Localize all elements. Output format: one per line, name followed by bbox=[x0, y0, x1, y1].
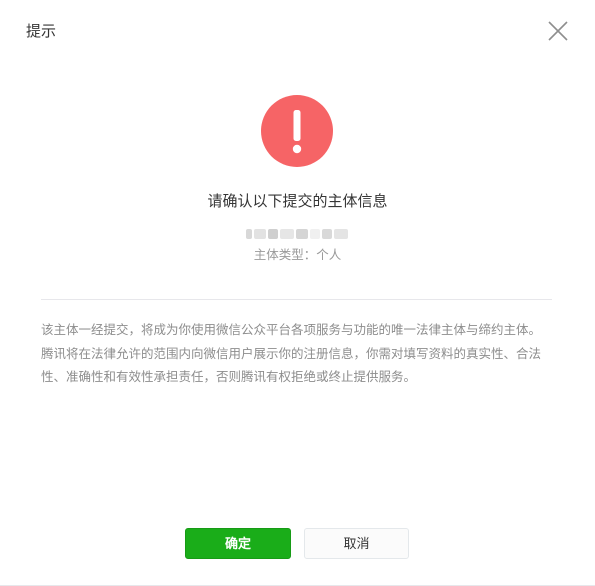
cancel-button[interactable]: 取消 bbox=[304, 528, 409, 559]
subject-type: 主体类型：个人 bbox=[253, 247, 342, 262]
close-button[interactable] bbox=[547, 20, 569, 42]
dialog-title: 提示 bbox=[26, 22, 57, 40]
legal-notice: 该主体一经提交，将成为你使用微信公众平台各项服务与功能的唯一法律主体与缔约主体。… bbox=[41, 322, 542, 384]
confirm-headline: 请确认以下提交的主体信息 bbox=[207, 192, 388, 210]
masked-subject-name bbox=[246, 227, 348, 241]
exclamation-circle-icon bbox=[261, 95, 333, 167]
confirm-button[interactable]: 确定 bbox=[185, 528, 291, 559]
close-icon bbox=[548, 21, 568, 41]
divider bbox=[41, 299, 552, 300]
confirm-subject-dialog: 提示 请确认以下提交的主体信息 主体类型：个人 该主体一经提交，将成为你使用微信… bbox=[0, 0, 595, 586]
